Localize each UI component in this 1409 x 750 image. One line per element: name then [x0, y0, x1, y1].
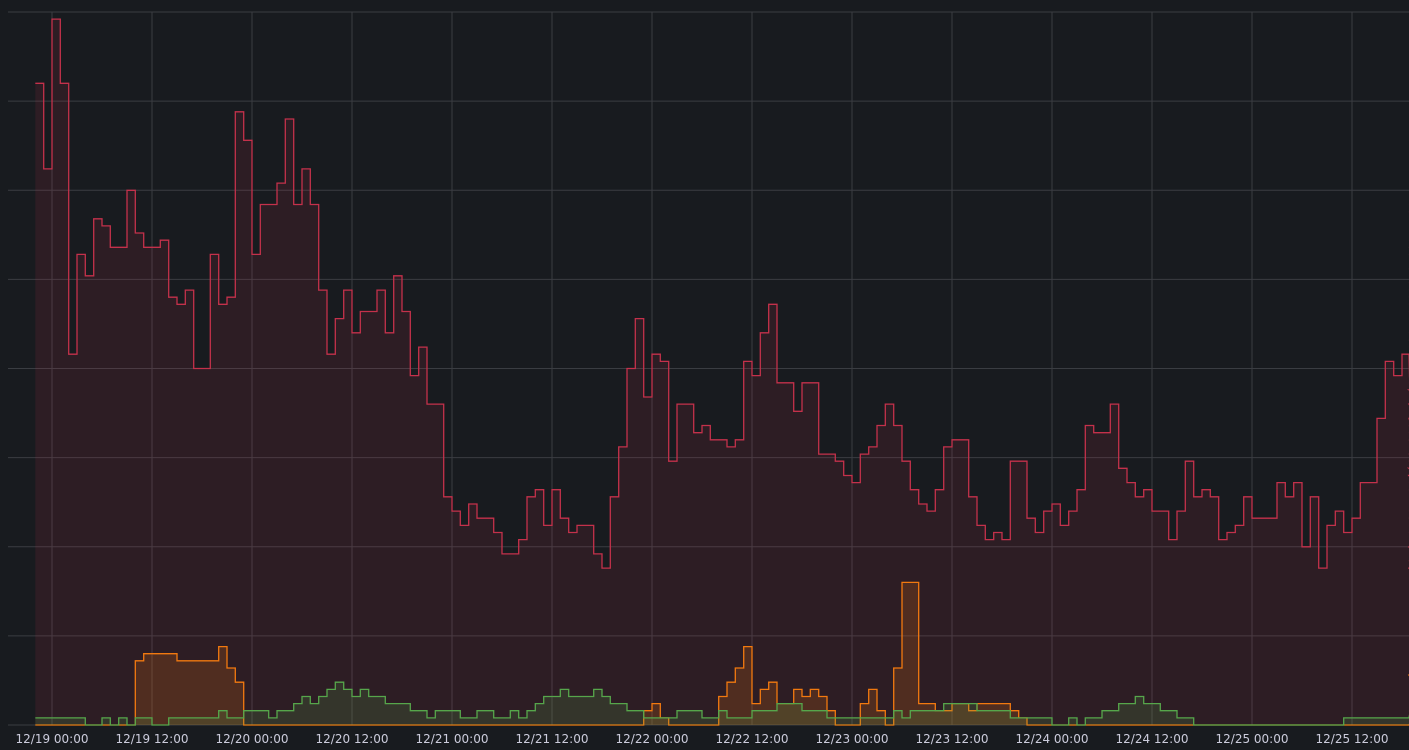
x-tick-label: 12/21 12:00 [516, 732, 589, 746]
x-tick-label: 12/19 12:00 [116, 732, 189, 746]
x-tick-label: 12/22 12:00 [716, 732, 789, 746]
x-tick-label: 12/24 12:00 [1116, 732, 1189, 746]
x-tick-label: 12/23 12:00 [916, 732, 989, 746]
x-tick-label: 12/24 00:00 [1016, 732, 1089, 746]
x-tick-label: 12/19 00:00 [16, 732, 89, 746]
x-tick-label: 12/20 00:00 [216, 732, 289, 746]
x-tick-label: 12/21 00:00 [416, 732, 489, 746]
time-series-chart[interactable]: 12/19 00:00 12/19 12:00 12/20 00:00 12/20 1… [0, 0, 1409, 750]
x-tick-label: 12/25 12:00 [1316, 732, 1389, 746]
x-tick-label: 12/25 00:00 [1216, 732, 1289, 746]
x-tick-label: 12/20 12:00 [316, 732, 389, 746]
x-tick-label: 12/22 00:00 [616, 732, 689, 746]
x-tick-label: 12/23 00:00 [816, 732, 889, 746]
